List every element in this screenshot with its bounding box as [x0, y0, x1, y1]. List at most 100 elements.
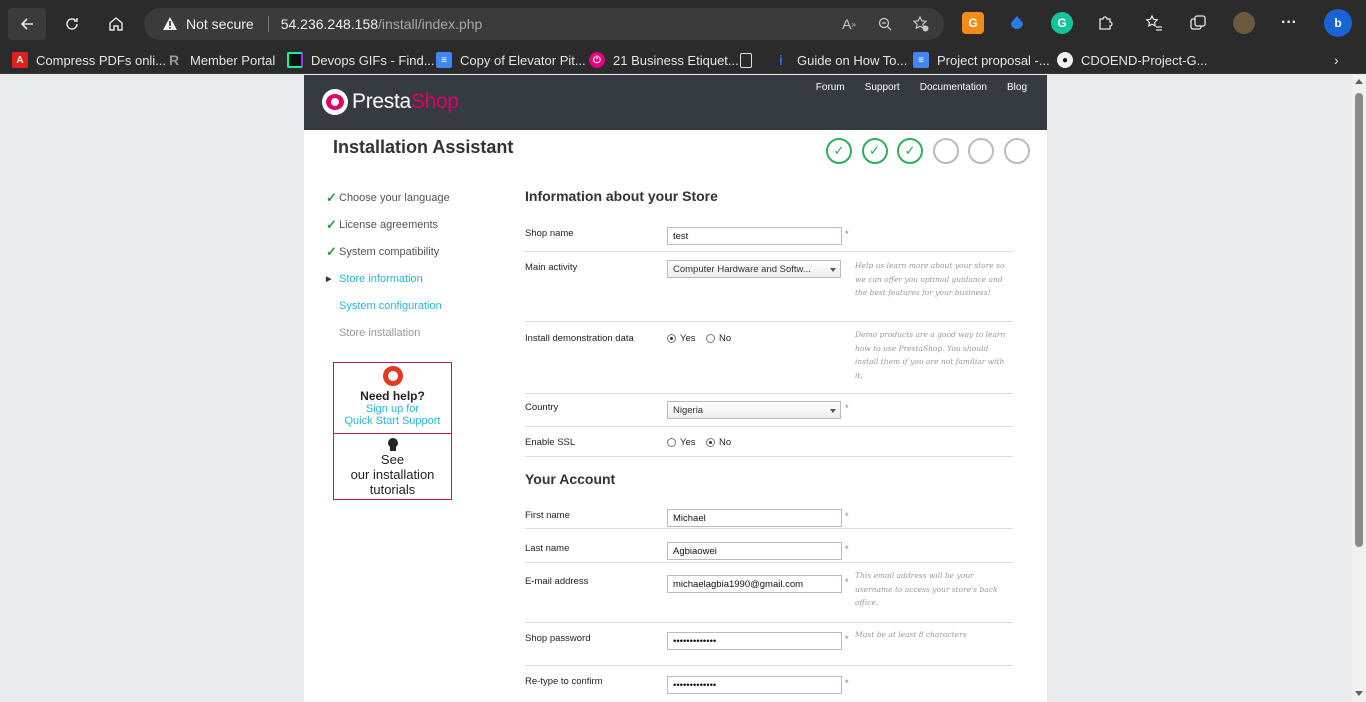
url-path: /install/index.php [378, 16, 483, 32]
radio-label: Yes [680, 333, 696, 344]
required-mark: * [845, 544, 849, 554]
first-name-input[interactable]: Michael [667, 509, 842, 527]
profile-avatar[interactable] [1233, 12, 1255, 34]
tutorial-text-line2: our installation [350, 467, 435, 482]
confirm-password-row: Re-type to confirm ••••••••••••• * [525, 666, 1013, 702]
main-activity-row: Main activity Computer Hardware and Soft… [525, 252, 1013, 322]
blog-link[interactable]: Blog [1007, 82, 1027, 93]
last-name-row: Last name Agbiaowei * [525, 529, 1013, 563]
chevron-down-icon [830, 409, 836, 413]
checkmark-icon: ✓ [326, 189, 337, 205]
favorites-icon[interactable] [1143, 12, 1165, 34]
security-label[interactable]: Not secure [186, 16, 254, 32]
country-label: Country [525, 402, 559, 413]
shop-password-input[interactable]: ••••••••••••• [667, 632, 842, 650]
address-bar[interactable]: Not secure 54.236.248.158/install/index.… [144, 8, 944, 40]
prestashop-logo[interactable]: Presta Shop [322, 89, 459, 115]
support-link[interactable]: Support [865, 82, 900, 93]
extension-blue-drop-icon[interactable] [1006, 12, 1028, 34]
bookmark-label: Copy of Elevator Pit... [460, 52, 586, 68]
bookmark-member-portal[interactable]: R Member Portal [166, 50, 275, 70]
info-icon: i [779, 52, 783, 68]
zoom-icon[interactable] [876, 15, 894, 33]
grammarly-icon[interactable]: G [1051, 12, 1073, 34]
back-button[interactable] [8, 8, 46, 40]
bookmark-guide-how-to[interactable]: i Guide on How To... [773, 50, 907, 70]
help-link-line1[interactable]: Sign up for [334, 403, 451, 415]
bookmark-business-etiquette[interactable]: ⏻ 21 Business Etiquet... [589, 50, 739, 70]
main-activity-select[interactable]: Computer Hardware and Softw... [667, 260, 841, 278]
logo-text-presta: Presta [352, 90, 411, 113]
enable-ssl-label: Enable SSL [525, 437, 576, 448]
file-icon [740, 52, 752, 68]
chevron-down-icon [830, 268, 836, 272]
email-label: E-mail address [525, 576, 589, 587]
demo-data-no-radio[interactable]: No [706, 333, 731, 344]
bing-icon[interactable]: b [1324, 9, 1352, 37]
home-button[interactable] [100, 8, 132, 40]
demo-data-hint: Demo products are a good way to learn ho… [855, 330, 1006, 380]
checkmark-icon: ✓ [904, 143, 916, 158]
main-activity-label: Main activity [525, 262, 578, 273]
reload-icon [66, 18, 78, 30]
ssl-no-radio[interactable]: No [706, 437, 731, 448]
help-link-line2[interactable]: Quick Start Support [334, 415, 451, 427]
nav-step-system-configuration[interactable]: System configuration [326, 292, 450, 319]
shop-name-input[interactable]: test [667, 227, 842, 245]
add-favorite-icon[interactable] [912, 15, 930, 33]
step-6 [1003, 138, 1030, 164]
extension-g-orange-icon[interactable]: G [962, 12, 984, 34]
bookmark-project-proposal[interactable]: ≡ Project proposal -... [913, 50, 1050, 70]
radio-label: No [719, 333, 732, 344]
first-name-row: First name Michael * [525, 496, 1013, 529]
extensions-puzzle-icon[interactable] [1094, 12, 1116, 34]
confirm-password-input[interactable]: ••••••••••••• [667, 676, 842, 694]
last-name-input[interactable]: Agbiaowei [667, 542, 842, 560]
installer-container: Presta Shop Forum Support Documentation B… [304, 75, 1047, 702]
help-title: Need help? [360, 389, 425, 403]
bookmark-compress-pdfs[interactable]: A Compress PDFs onli... [12, 50, 166, 70]
installation-tutorials-box[interactable]: See our installation tutorials [334, 438, 451, 497]
bookmark-untitled[interactable] [740, 50, 760, 70]
store-section-title: Information about your Store [525, 188, 718, 204]
radio-selected-icon [706, 438, 715, 447]
more-menu-icon[interactable]: ··· [1278, 12, 1300, 34]
reload-button[interactable] [56, 8, 88, 40]
bookmark-cdoend-project[interactable]: ● CDOEND-Project-G... [1057, 50, 1207, 70]
scroll-thumb[interactable] [1355, 93, 1363, 547]
read-aloud-icon[interactable]: A» [840, 15, 858, 33]
progress-steps: ✓ ✓ ✓ [826, 138, 1030, 164]
ssl-yes-radio[interactable]: Yes [667, 437, 696, 448]
collections-icon[interactable] [1187, 12, 1209, 34]
country-select[interactable]: Nigeria [667, 401, 841, 419]
documentation-link[interactable]: Documentation [920, 82, 987, 93]
nav-step-label: System compatibility [339, 245, 440, 258]
nav-step-label: Choose your language [339, 191, 450, 204]
checkmark-icon: ✓ [326, 216, 337, 232]
prestashop-header: Presta Shop Forum Support Documentation B… [304, 75, 1047, 130]
page-scrollbar[interactable] [1352, 75, 1366, 702]
forum-link[interactable]: Forum [816, 82, 845, 93]
scroll-up-arrow-icon[interactable] [1355, 79, 1363, 84]
checkmark-icon: ✓ [833, 143, 845, 158]
scroll-down-arrow-icon[interactable] [1355, 691, 1363, 696]
logo-text-shop: Shop [410, 90, 459, 113]
quick-start-support-box[interactable]: Need help? Sign up for Quick Start Suppo… [334, 366, 451, 434]
power-icon: ⏻ [589, 52, 605, 68]
page-title: Installation Assistant [333, 137, 514, 157]
email-input[interactable]: michaelagbia1990@gmail.com [667, 575, 842, 593]
help-box: Need help? Sign up for Quick Start Suppo… [333, 362, 452, 500]
bookmark-elevator-pitch[interactable]: ≡ Copy of Elevator Pit... [436, 50, 586, 70]
nav-step-compatibility: ✓ System compatibility [326, 238, 450, 265]
browser-toolbar: Not secure 54.236.248.158/install/index.… [0, 0, 1366, 46]
radio-label: Yes [680, 437, 696, 448]
shop-password-row: Shop password ••••••••••••• * Must be at… [525, 623, 1013, 666]
bookmark-devops-gifs[interactable]: Devops GIFs - Find... [287, 50, 435, 70]
bookmark-label: Compress PDFs onli... [36, 52, 167, 68]
bookmark-label: CDOEND-Project-G... [1081, 52, 1208, 68]
main-activity-value: Computer Hardware and Softw... [673, 264, 811, 275]
shop-name-label: Shop name [525, 228, 574, 239]
demo-data-yes-radio[interactable]: Yes [667, 333, 696, 344]
step-1-complete: ✓ [826, 138, 852, 164]
bookmarks-overflow-chevron-icon[interactable]: › [1334, 50, 1339, 70]
